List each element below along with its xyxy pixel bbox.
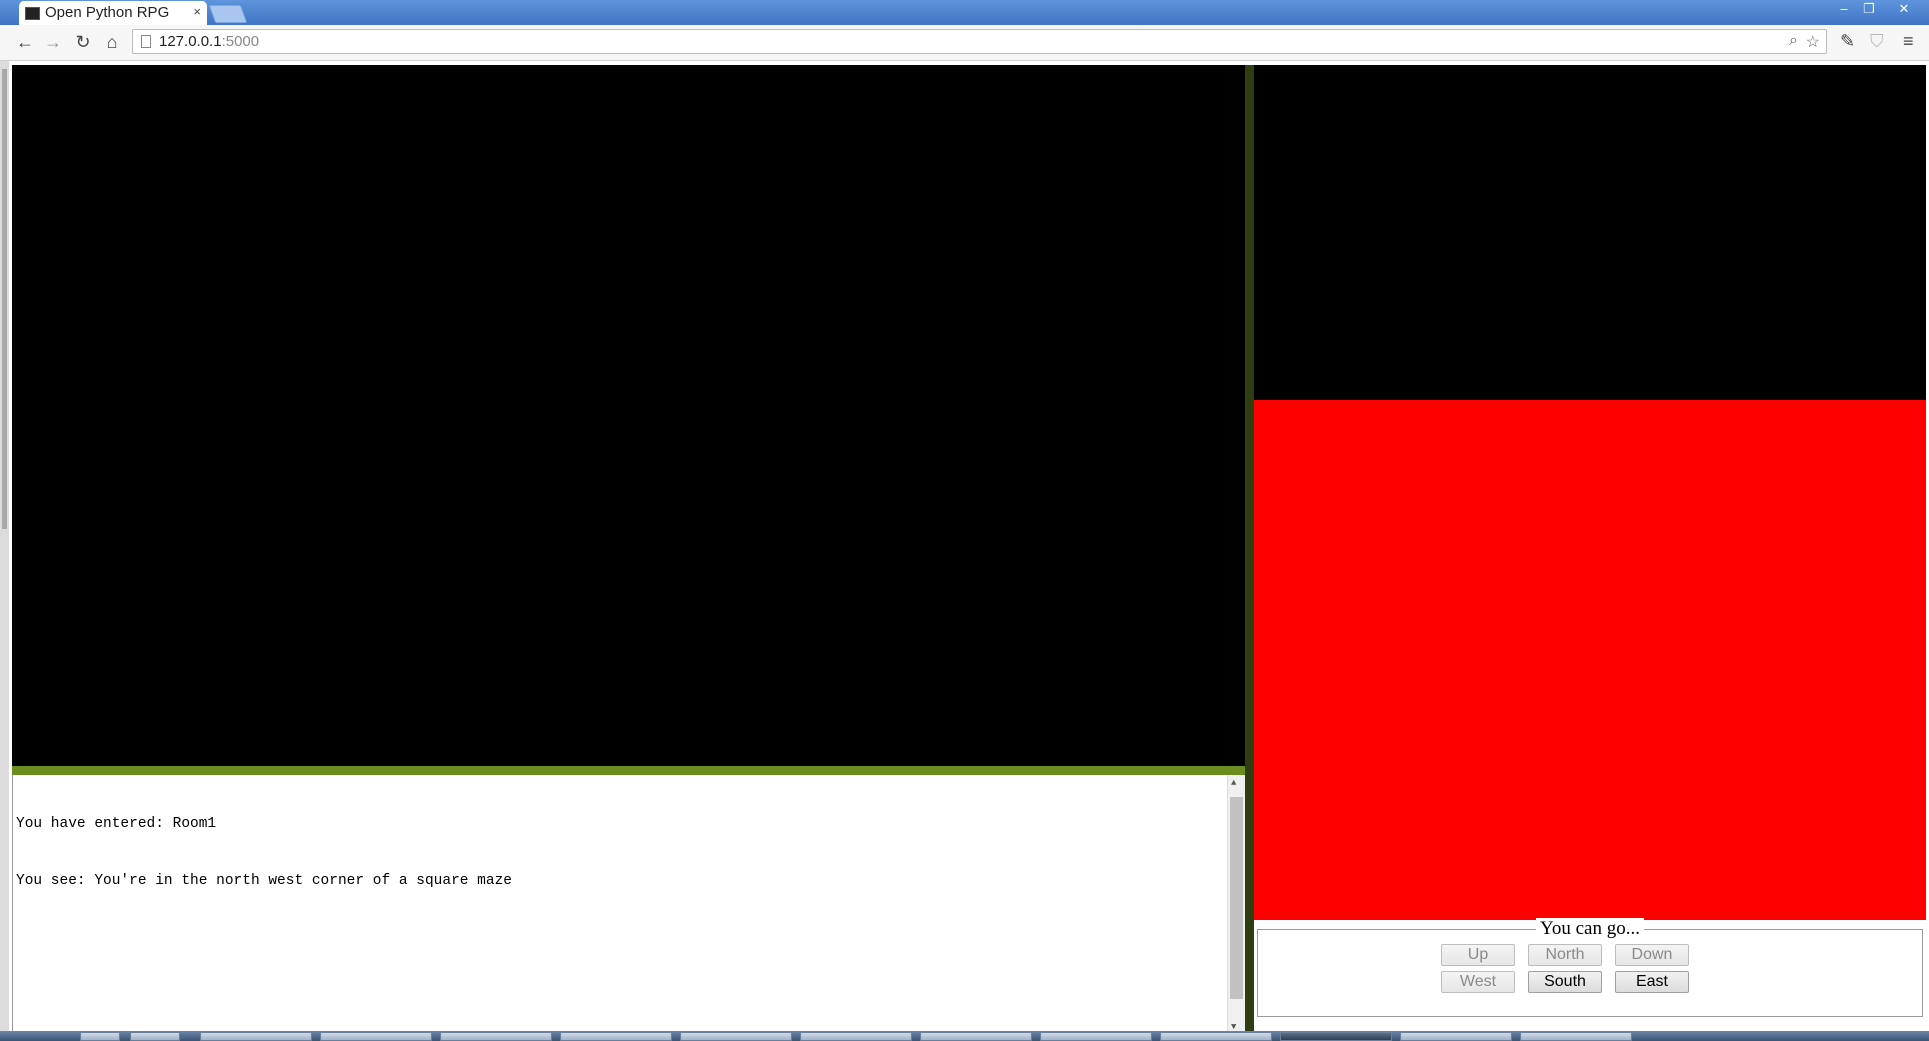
os-taskbar xyxy=(0,1031,1929,1041)
page-content: You have entered: Room1 You see: You're … xyxy=(0,61,1929,1035)
go-east-button[interactable]: East xyxy=(1615,971,1689,993)
taskbar-item[interactable] xyxy=(1040,1032,1152,1041)
bookmark-star-icon[interactable]: ☆ xyxy=(1806,32,1820,52)
back-icon[interactable]: ← xyxy=(14,31,36,53)
taskbar-item[interactable] xyxy=(200,1032,312,1041)
tab-close-icon[interactable]: × xyxy=(193,4,201,19)
url-text: 127.0.0.1:5000 xyxy=(159,33,260,50)
left-scrollbar-thumb[interactable] xyxy=(2,69,7,529)
address-bar[interactable]: 127.0.0.1:5000 ⌕ ☆ xyxy=(132,29,1827,54)
go-north-button[interactable]: North xyxy=(1528,944,1602,966)
go-south-button[interactable]: South xyxy=(1528,971,1602,993)
close-window-icon[interactable]: ✕ xyxy=(1893,0,1915,18)
status-bar xyxy=(12,766,1245,775)
log-scrollbar-thumb[interactable] xyxy=(1230,797,1243,999)
taskbar-item[interactable] xyxy=(130,1032,180,1041)
log-line: You have entered: Room1 xyxy=(16,816,217,832)
current-room-tile xyxy=(1254,400,1926,920)
taskbar-item[interactable] xyxy=(560,1032,672,1041)
go-up-button[interactable]: Up xyxy=(1441,944,1515,966)
taskbar-item[interactable] xyxy=(1160,1032,1272,1041)
go-down-button[interactable]: Down xyxy=(1615,944,1689,966)
taskbar-item[interactable] xyxy=(1280,1032,1392,1041)
browser-titlebar: Open Python RPG × – ❐ ✕ xyxy=(0,0,1929,25)
tab-open-python-rpg[interactable]: Open Python RPG × xyxy=(19,1,207,25)
taskbar-item[interactable] xyxy=(800,1032,912,1041)
page-icon xyxy=(141,35,151,48)
forward-icon[interactable]: → xyxy=(42,31,64,53)
game-view[interactable] xyxy=(12,65,1245,766)
message-log[interactable]: You have entered: Room1 You see: You're … xyxy=(12,775,1245,1035)
direction-legend: You can go... xyxy=(1258,918,1922,940)
minimap xyxy=(1254,65,1926,400)
restore-icon[interactable]: ❐ xyxy=(1858,0,1880,18)
minimize-icon[interactable]: – xyxy=(1833,0,1855,18)
shield-icon[interactable]: ⛉ xyxy=(1870,31,1884,52)
taskbar-item[interactable] xyxy=(920,1032,1032,1041)
menu-icon[interactable]: ≡ xyxy=(1903,31,1914,52)
reload-icon[interactable]: ↻ xyxy=(72,31,94,53)
browser-toolbar: ← → ↻ ⌂ 127.0.0.1:5000 ⌕ ☆ ✎ ⛉ ≡ xyxy=(0,25,1929,61)
direction-panel: You can go... Up North Down West South E… xyxy=(1257,918,1923,1017)
taskbar-item[interactable] xyxy=(1520,1032,1632,1041)
extension-icon[interactable]: ✎ xyxy=(1840,31,1855,52)
go-west-button[interactable]: West xyxy=(1441,971,1515,993)
log-line: You see: You're in the north west corner… xyxy=(16,873,512,889)
panel-divider xyxy=(1245,65,1254,1035)
left-scrollbar[interactable] xyxy=(0,61,9,1031)
tab-title: Open Python RPG xyxy=(45,4,170,21)
home-icon[interactable]: ⌂ xyxy=(101,31,123,53)
taskbar-item[interactable] xyxy=(320,1032,432,1041)
taskbar-item[interactable] xyxy=(440,1032,552,1041)
terminal-icon xyxy=(25,7,40,20)
log-lines: You have entered: Room1 You see: You're … xyxy=(16,777,512,929)
taskbar-item[interactable] xyxy=(1400,1032,1512,1041)
zoom-icon[interactable]: ⌕ xyxy=(1789,32,1798,50)
scroll-up-icon[interactable]: ▲ xyxy=(1231,778,1236,788)
taskbar-item[interactable] xyxy=(80,1032,120,1041)
taskbar-item[interactable] xyxy=(680,1032,792,1041)
new-tab-button[interactable] xyxy=(208,5,248,23)
log-scrollbar[interactable]: ▲ ▼ xyxy=(1227,775,1245,1035)
